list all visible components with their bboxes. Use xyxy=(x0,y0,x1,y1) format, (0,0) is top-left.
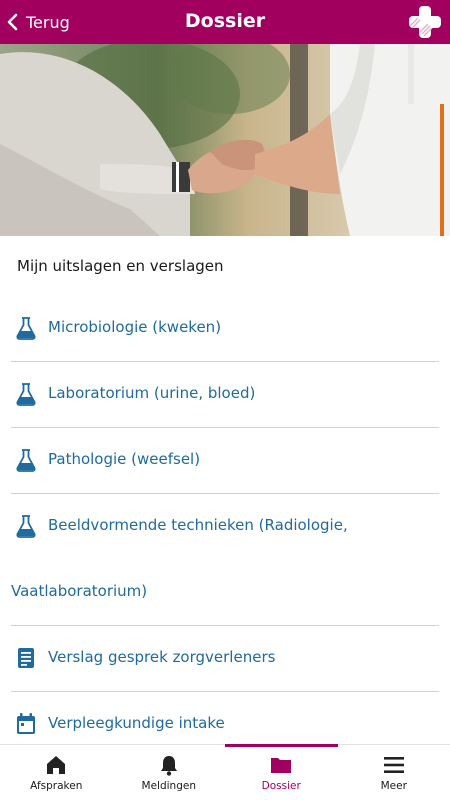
list-item-label: Beeldvormende technieken (Radiologie, xyxy=(48,516,348,534)
list-item-label: Laboratorium (urine, bloed) xyxy=(48,384,256,402)
home-icon xyxy=(47,756,66,774)
tab-dossier[interactable]: Dossier xyxy=(225,744,338,800)
tab-meer[interactable]: Meer xyxy=(338,745,450,800)
bottom-tab-bar: Afspraken Meldingen Dossier Meer xyxy=(0,744,450,800)
list-item-label: Verslag gesprek zorgverleners xyxy=(48,648,276,666)
tab-label: Dossier xyxy=(261,780,301,792)
tab-afspraken[interactable]: Afspraken xyxy=(0,745,113,800)
document-icon xyxy=(18,648,34,668)
results-list: Microbiologie (kweken) Laboratorium (uri… xyxy=(0,296,450,742)
list-item-pathologie[interactable]: Pathologie (weefsel) xyxy=(11,428,439,494)
flask-icon xyxy=(16,383,36,406)
list-item-label: Verpleegkundige intake xyxy=(48,714,225,732)
folder-icon xyxy=(271,758,292,773)
list-item-laboratorium[interactable]: Laboratorium (urine, bloed) xyxy=(11,362,439,428)
list-item-label: Microbiologie (kweken) xyxy=(48,318,222,336)
calendar-icon xyxy=(17,713,35,734)
tab-label: Afspraken xyxy=(30,780,83,792)
flask-icon xyxy=(16,317,36,340)
section-title: Mijn uitslagen en verslagen xyxy=(17,257,224,275)
list-item-beeldvormende-technieken[interactable]: Beeldvormende technieken (Radiologie, Va… xyxy=(11,494,439,626)
list-item-verpleegkundige-intake[interactable]: Verpleegkundige intake xyxy=(11,692,439,742)
bell-icon xyxy=(160,756,177,776)
top-app-bar: Terug Dossier xyxy=(0,0,450,44)
hero-photo-handshake xyxy=(0,44,450,236)
tab-label: Meldingen xyxy=(141,780,196,792)
list-item-label-continued: Vaatlaboratorium) xyxy=(11,582,148,600)
flask-icon xyxy=(16,449,36,472)
tab-label: Meer xyxy=(380,780,407,792)
list-item-microbiologie[interactable]: Microbiologie (kweken) xyxy=(11,296,439,362)
flask-icon xyxy=(16,515,36,538)
list-item-verslag-gesprek[interactable]: Verslag gesprek zorgverleners xyxy=(11,626,439,692)
page-title: Dossier xyxy=(184,10,266,32)
tab-meldingen[interactable]: Meldingen xyxy=(113,745,226,800)
menu-icon xyxy=(383,757,404,773)
list-item-label: Pathologie (weefsel) xyxy=(48,450,201,468)
hospital-logo xyxy=(409,6,441,38)
